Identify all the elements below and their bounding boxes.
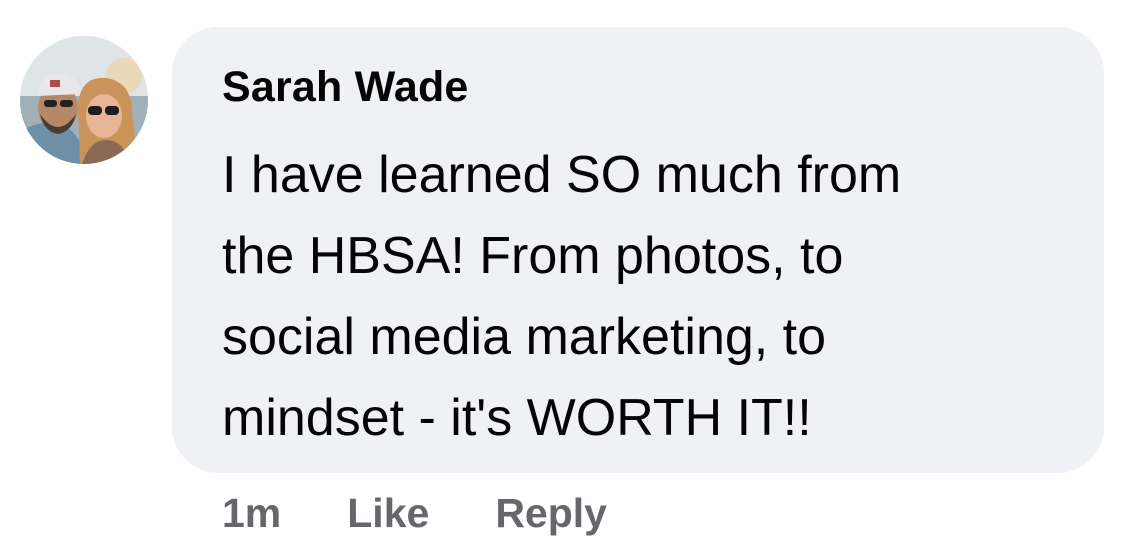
like-button[interactable]: Like — [347, 490, 429, 537]
comment-author[interactable]: Sarah Wade — [222, 63, 469, 112]
comment-text: I have learned SO much from the HBSA! Fr… — [222, 135, 1082, 459]
avatar[interactable] — [20, 36, 148, 164]
comment-timestamp[interactable]: 1m — [222, 490, 281, 537]
reply-button[interactable]: Reply — [495, 490, 607, 537]
comment-actions: 1m Like Reply — [222, 486, 673, 540]
comment-text-line: mindset - it's WORTH IT!! — [222, 389, 812, 447]
comment-text-line: the HBSA! From photos, to — [222, 227, 844, 285]
profile-photo-icon — [20, 36, 148, 164]
comment-text-line: social media marketing, to — [222, 308, 827, 366]
comment-text-line: I have learned SO much from — [222, 146, 902, 204]
comment-bubble: Sarah Wade I have learned SO much from t… — [172, 27, 1104, 473]
comment: Sarah Wade I have learned SO much from t… — [0, 0, 1144, 548]
